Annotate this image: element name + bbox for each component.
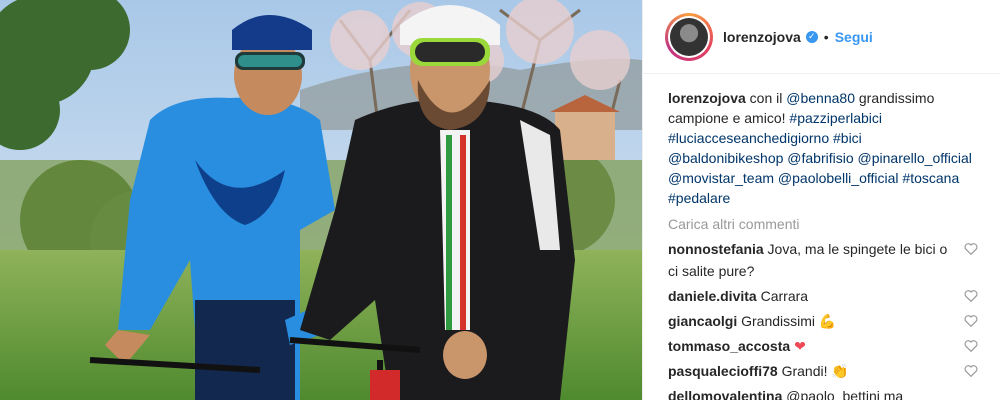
- cyclists-illustration: [0, 0, 642, 400]
- red-heart-emoji-icon: ❤: [794, 338, 806, 354]
- comment-text: Grandi!: [777, 363, 832, 379]
- avatar-frame: [668, 15, 710, 58]
- mention-movistar-team[interactable]: @movistar_team: [668, 170, 774, 186]
- post-header: lorenzojova ✓ • Segui: [643, 0, 1000, 74]
- mention-baldonibikeshop[interactable]: @baldonibikeshop: [668, 150, 783, 166]
- comment-item: pasqualecioffi78 Grandi! 👏: [643, 360, 1000, 382]
- hashtag-bici[interactable]: #bici: [833, 130, 862, 146]
- username[interactable]: lorenzojova: [723, 29, 801, 45]
- post-photo[interactable]: [0, 0, 642, 400]
- comment-item: daniele.divita Carrara: [643, 285, 1000, 307]
- heart-icon[interactable]: [964, 242, 978, 255]
- mention-fabrifisio[interactable]: @fabrifisio: [787, 150, 853, 166]
- clapping-hands-emoji-icon: 👏: [831, 363, 849, 379]
- caption-username[interactable]: lorenzojova: [668, 90, 746, 106]
- comment-username[interactable]: giancaolgi: [668, 313, 737, 329]
- avatar-image: [670, 17, 708, 56]
- separator-dot: •: [823, 28, 829, 45]
- heart-icon[interactable]: [964, 364, 978, 377]
- heart-icon[interactable]: [964, 314, 978, 327]
- comment-item: nonnostefania Jova, ma le spingete le bi…: [643, 238, 1000, 282]
- comment-username[interactable]: pasqualecioffi78: [668, 363, 778, 379]
- comment-text: @paolo_bettini ma: [782, 388, 904, 400]
- hashtag-toscana[interactable]: #toscana: [902, 170, 959, 186]
- mention-pinarello-official[interactable]: @pinarello_official: [858, 150, 972, 166]
- comment-username[interactable]: daniele.divita: [668, 288, 757, 304]
- flexed-biceps-emoji-icon: 💪: [818, 313, 837, 329]
- avatar[interactable]: [665, 12, 713, 61]
- hashtag-luciacceseanchedigiorno[interactable]: #luciacceseanchedigiorno: [668, 130, 829, 146]
- post-sidebar: lorenzojova ✓ • Segui lorenzojova con il…: [642, 0, 1000, 400]
- caption-mention-benna80[interactable]: @benna80: [786, 90, 855, 106]
- heart-icon[interactable]: [964, 339, 978, 352]
- mention-paolobelli-official[interactable]: @paolobelli_official: [778, 170, 899, 186]
- comment-text: Grandissimi: [737, 313, 819, 329]
- comment-item: giancaolgi Grandissimi 💪: [643, 310, 1000, 332]
- hashtag-pedalare[interactable]: #pedalare: [668, 190, 730, 206]
- post-caption: lorenzojova con il @benna80 grandissimo …: [643, 74, 1000, 208]
- caption-text-1: con il: [745, 90, 787, 106]
- hashtag-pazziperlabici[interactable]: #pazziperlabici: [789, 110, 882, 126]
- verified-badge-icon: ✓: [805, 30, 818, 43]
- comment-username[interactable]: dellomovalentina: [668, 388, 782, 400]
- comment-username[interactable]: nonnostefania: [668, 241, 764, 257]
- comment-text: Carrara: [756, 288, 809, 304]
- comment-item: tommaso_accosta ❤: [643, 335, 1000, 357]
- load-more-comments-link[interactable]: Carica altri commenti: [643, 208, 1000, 238]
- comment-username[interactable]: tommaso_accosta: [668, 338, 790, 354]
- heart-icon[interactable]: [964, 289, 978, 302]
- instagram-post: lorenzojova ✓ • Segui lorenzojova con il…: [0, 0, 1000, 400]
- comment-item: dellomovalentina @paolo_bettini ma: [643, 385, 1000, 400]
- follow-button[interactable]: Segui: [835, 29, 873, 45]
